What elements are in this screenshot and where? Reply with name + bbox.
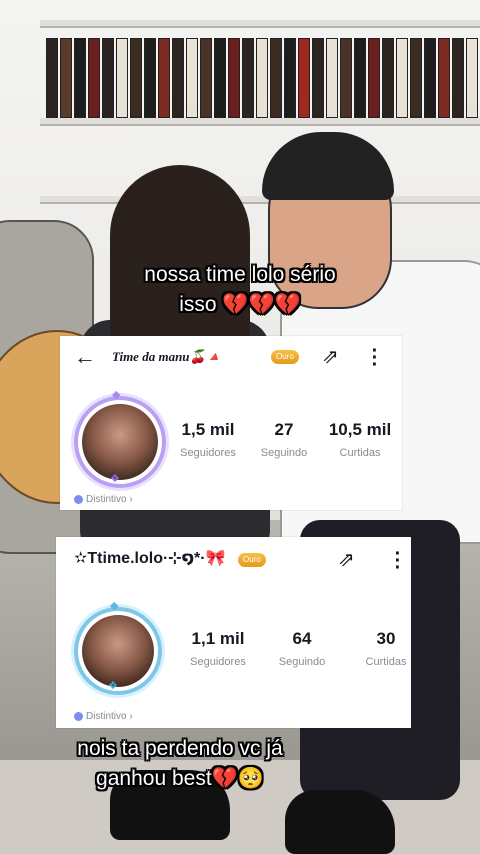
more-options-icon[interactable]: · · ·	[371, 341, 379, 375]
distintivo-label: Distintivo ›	[86, 494, 133, 505]
stat-likes[interactable]: 30 Curtidas	[344, 629, 428, 668]
bookshelf	[40, 20, 480, 28]
gold-badge: Ouro	[238, 553, 266, 567]
stat-label: Curtidas	[339, 447, 381, 459]
stat-label: Seguidores	[190, 656, 246, 668]
share-icon[interactable]: ⇗	[322, 344, 339, 369]
frame-gem-icon: ❖	[108, 680, 118, 692]
more-options-icon[interactable]: · · ·	[394, 544, 402, 578]
profile-stats: 1,5 mil Seguidores 27 Seguindo 10,5 mil …	[170, 420, 398, 459]
frame-gem-icon: ◆	[110, 600, 119, 612]
stat-following[interactable]: 27 Seguindo	[246, 420, 322, 459]
stat-value: 10,5 mil	[328, 420, 392, 439]
stat-value: 27	[274, 420, 294, 439]
caption-top: nossa time lolo sério isso 💔💔💔	[90, 260, 390, 320]
stat-value: 64	[292, 629, 312, 648]
stat-following[interactable]: 64 Seguindo	[260, 629, 344, 668]
stat-label: Seguindo	[278, 656, 326, 668]
stat-value: 1,5 mil	[181, 420, 235, 439]
profile-username: Time da manu🍒🔺	[112, 349, 222, 364]
stat-value: 30	[376, 629, 396, 648]
distintivo-label: Distintivo ›	[86, 711, 133, 722]
gold-badge: Ouro	[271, 350, 299, 364]
caption-top-line1: nossa time lolo sério	[144, 263, 336, 286]
bookshelf	[40, 196, 480, 204]
stat-label: Curtidas	[365, 656, 407, 668]
profile-username: ✫Ttime.lolo·⊹໑*·🎀	[74, 550, 226, 567]
share-icon[interactable]: ⇗	[338, 547, 355, 572]
back-arrow-icon[interactable]: ←	[74, 344, 96, 370]
books-row	[46, 38, 480, 118]
frame-gem-icon: ◆	[112, 389, 121, 401]
bookshelf	[40, 118, 480, 126]
caption-bottom: nois ta perdendo vc já ganhou best💔🥺	[30, 734, 330, 794]
caption-bottom-line2: ganhou best💔🥺	[96, 767, 264, 790]
profile-stats: 1,1 mil Seguidores 64 Seguindo 30 Curtid…	[176, 629, 428, 668]
caption-bottom-line1: nois ta perdendo vc já	[77, 737, 283, 760]
profile-header: ✫Ttime.lolo·⊹໑*·🎀 Ouro ⇗ · · ·	[56, 537, 411, 578]
profile-card-2: ✫Ttime.lolo·⊹໑*·🎀 Ouro ⇗ · · · ◆ ❖ 1,1 mil…	[56, 537, 411, 728]
distintivo-link[interactable]: Distintivo ›	[74, 494, 133, 505]
caption-top-line2: isso 💔💔💔	[179, 293, 301, 316]
stat-value: 1,1 mil	[191, 629, 245, 648]
distintivo-icon	[74, 712, 83, 721]
profile-card-1: ← Time da manu🍒🔺 Ouro ⇗ · · · ◆ ❖ 1,5 mil …	[60, 336, 402, 510]
avatar[interactable]	[82, 404, 158, 480]
stat-followers[interactable]: 1,1 mil Seguidores	[176, 629, 260, 668]
stat-followers[interactable]: 1,5 mil Seguidores	[170, 420, 246, 459]
avatar[interactable]	[82, 615, 154, 687]
distintivo-icon	[74, 495, 83, 504]
sneaker	[285, 790, 395, 854]
stat-label: Seguidores	[180, 447, 236, 459]
stat-likes[interactable]: 10,5 mil Curtidas	[322, 420, 398, 459]
stat-label: Seguindo	[260, 447, 308, 459]
frame-gem-icon: ❖	[110, 473, 120, 485]
distintivo-link[interactable]: Distintivo ›	[74, 711, 133, 722]
profile-header: ← Time da manu🍒🔺 Ouro ⇗ · · ·	[60, 336, 402, 376]
